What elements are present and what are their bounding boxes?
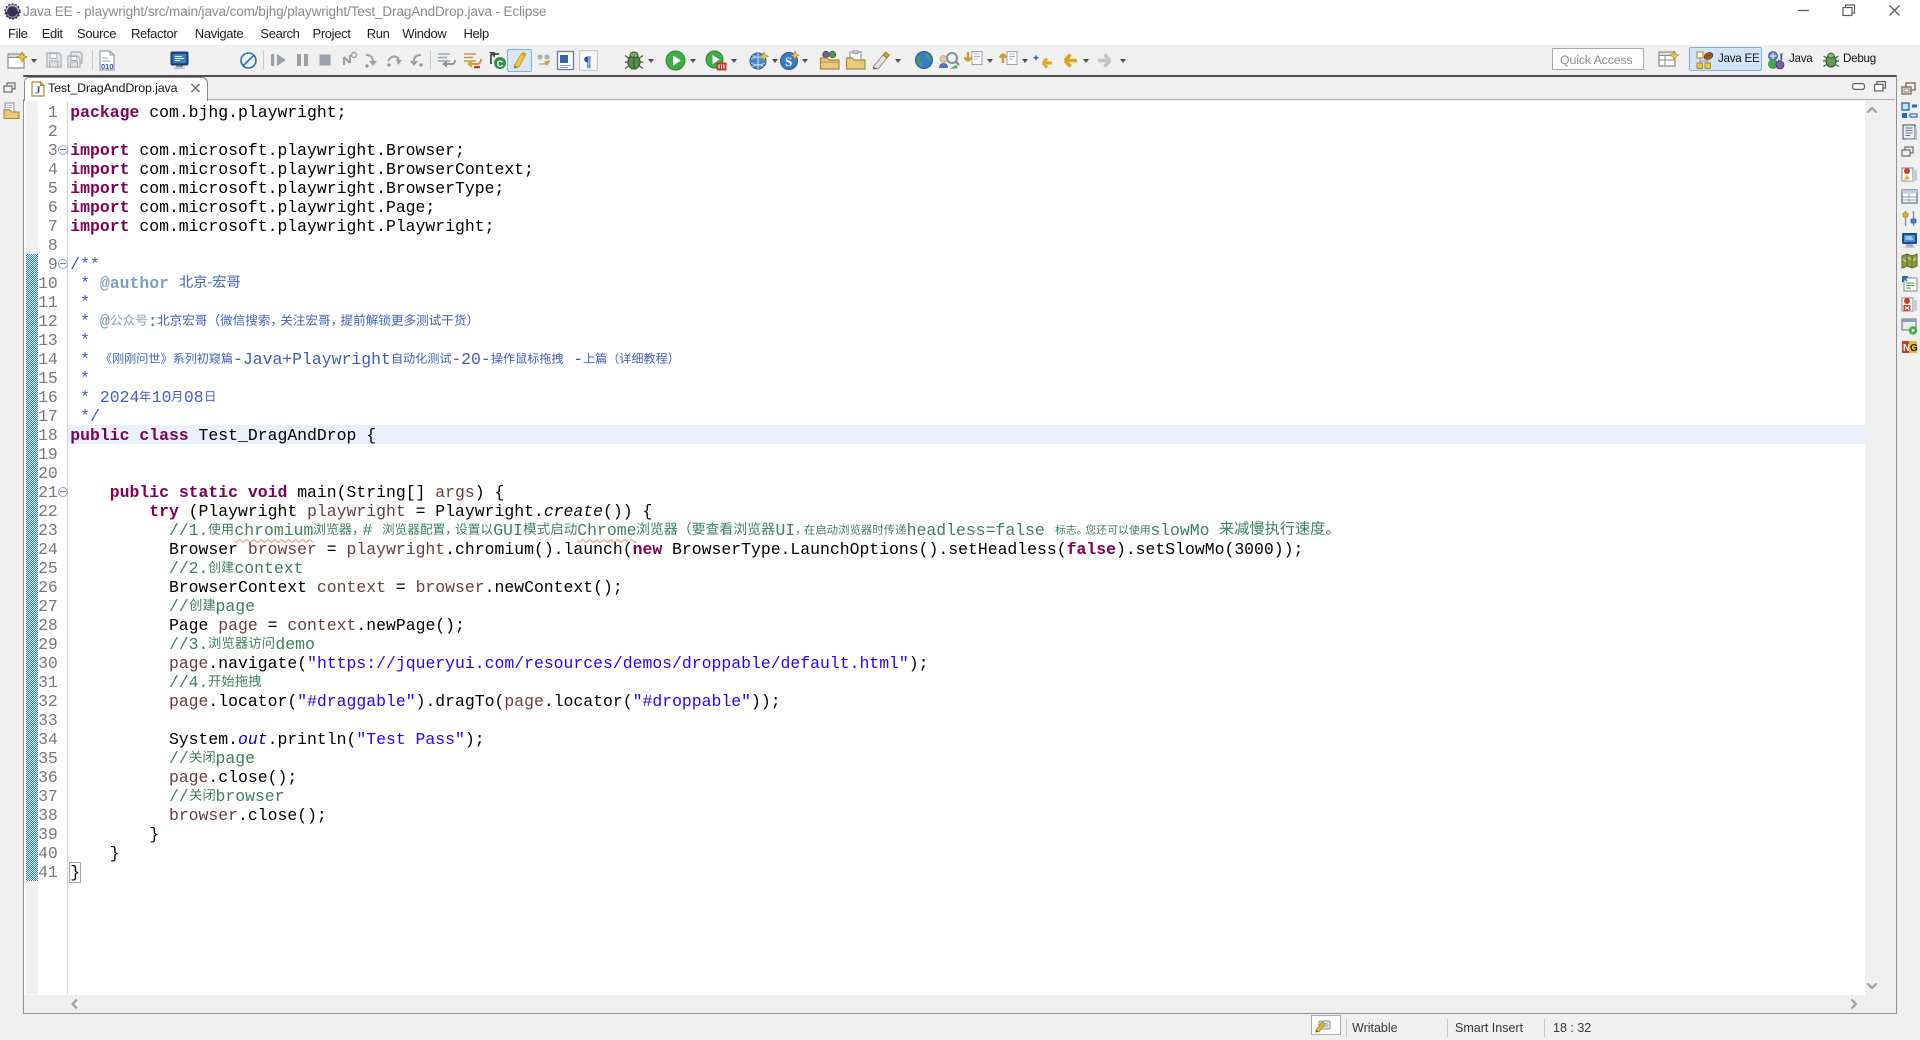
svg-text:J: J: [35, 85, 41, 97]
svg-text:010: 010: [101, 62, 114, 71]
svg-text:G: G: [1910, 343, 1918, 354]
svg-text:¶: ¶: [584, 54, 592, 70]
svg-text:S: S: [785, 54, 792, 69]
svg-text:J: J: [1778, 50, 1784, 64]
svg-text:C: C: [497, 59, 504, 69]
